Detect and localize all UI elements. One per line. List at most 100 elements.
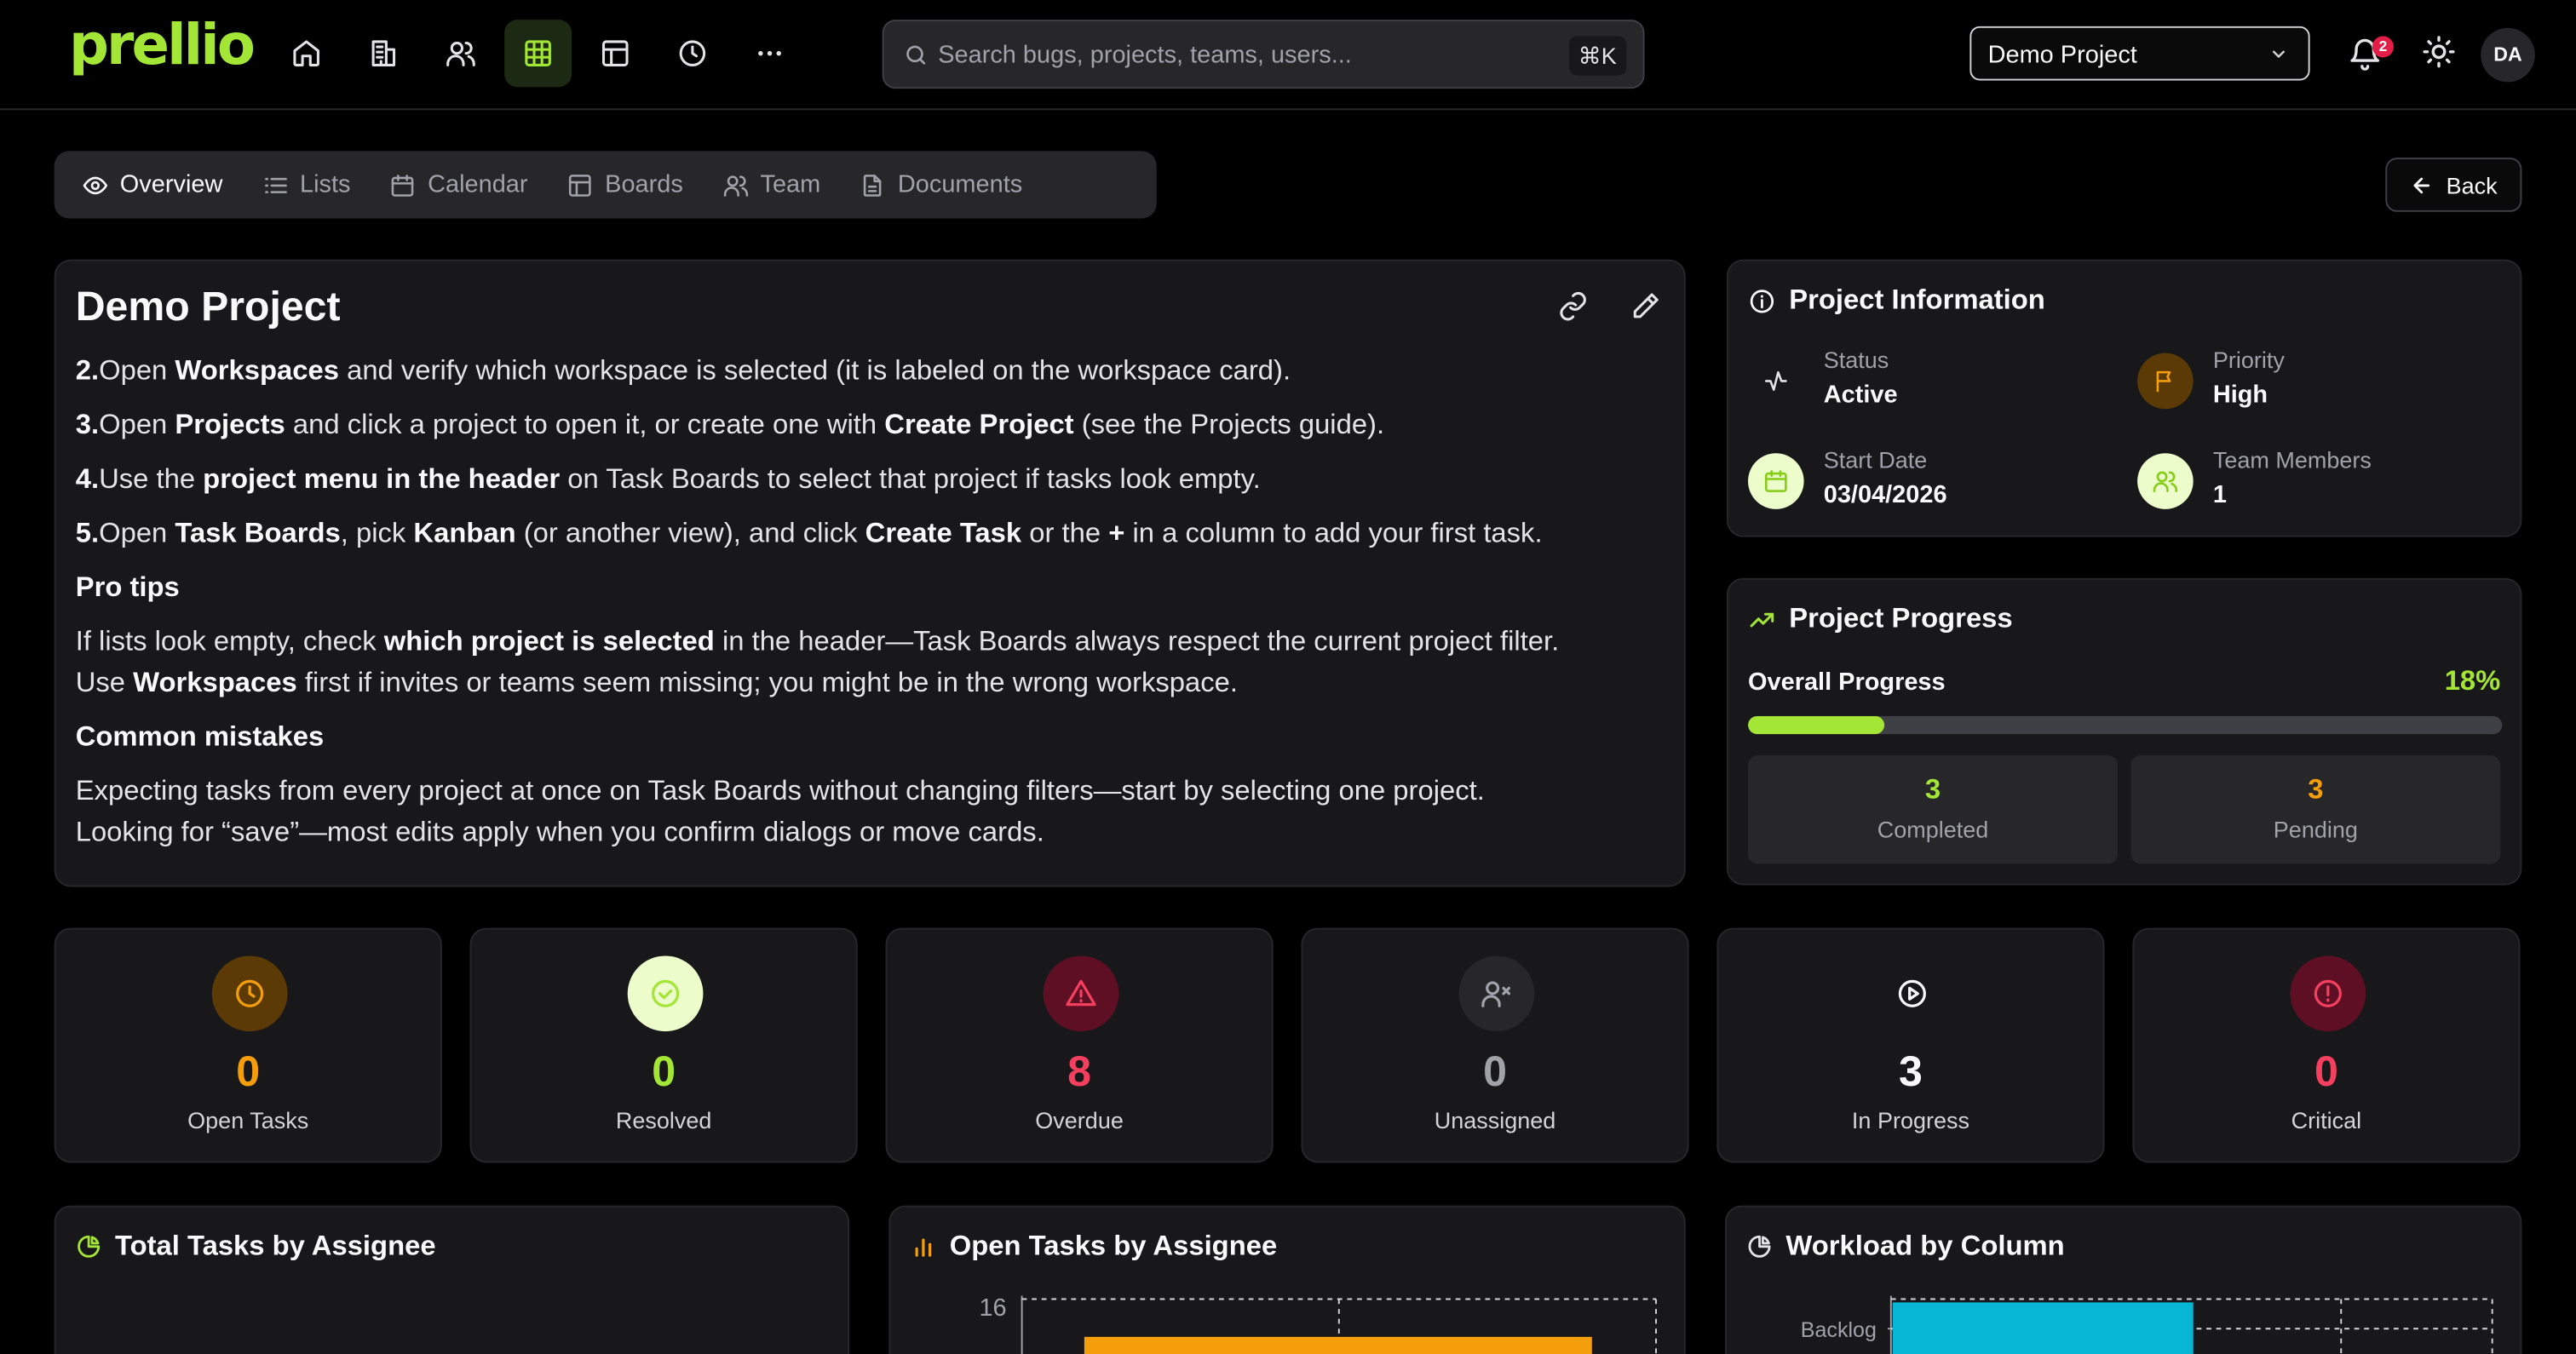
flag-icon: [2137, 353, 2194, 410]
workload-chart-card: Workload by Column Backlog: [1725, 1205, 2522, 1354]
card-heading: Project Information: [1748, 284, 2045, 318]
grid-icon: [525, 40, 551, 66]
total-tasks-chart-card: Total Tasks by Assignee: [54, 1205, 850, 1354]
open-tasks-chart-card: Open Tasks by Assignee 16: [888, 1205, 1686, 1354]
search-input[interactable]: Search bugs, projects, teams, users... ⌘…: [882, 20, 1645, 89]
stat-in-progress[interactable]: 3 In Progress: [1716, 927, 2105, 1163]
pending-summary: 3 Pending: [2130, 755, 2501, 864]
tab-documents[interactable]: Documents: [840, 158, 1042, 211]
card-heading: Project Progress: [1748, 603, 2013, 636]
tab-lists[interactable]: Lists: [242, 158, 370, 211]
card-actions: [1557, 290, 1661, 322]
card-heading: Workload by Column: [1746, 1231, 2065, 1264]
calendar-icon: [392, 174, 415, 196]
avatar[interactable]: DA: [2481, 27, 2535, 83]
project-description-card: Demo Project 2.Open Workspaces and verif…: [54, 259, 1686, 887]
main-nav: [273, 20, 803, 88]
workload-plot: [1887, 1295, 2493, 1354]
tab-team[interactable]: Team: [703, 158, 840, 211]
notification-badge: 2: [2372, 36, 2394, 58]
calendar-icon: [1748, 453, 1804, 509]
back-label: Back: [2446, 171, 2498, 198]
stat-critical[interactable]: 0 Critical: [2132, 927, 2521, 1163]
guide-text: 2.Open Workspaces and verify which works…: [76, 350, 1661, 866]
tab-label: Lists: [299, 170, 351, 199]
card-heading: Open Tasks by Assignee: [910, 1231, 1277, 1264]
nav-workspaces[interactable]: [350, 20, 417, 87]
nav-projects[interactable]: [582, 20, 649, 87]
board-icon: [569, 174, 592, 196]
trending-up-icon: [1750, 611, 1774, 627]
tab-label: Boards: [605, 170, 683, 199]
y-axis-tick: 16: [979, 1294, 1007, 1322]
search-shortcut: ⌘K: [1568, 36, 1627, 76]
activity-icon: [1748, 353, 1804, 410]
alert-circle-icon: [2290, 955, 2366, 1032]
completed-summary: 3 Completed: [1748, 755, 2118, 864]
tab-overview[interactable]: Overview: [62, 158, 242, 211]
overall-progress-label: Overall Progress: [1748, 668, 1946, 697]
open-tasks-plot: [1021, 1295, 1657, 1354]
pencil-icon[interactable]: [1630, 290, 1661, 322]
users-icon: [723, 175, 748, 196]
nav-more[interactable]: [736, 20, 803, 87]
nav-history[interactable]: [658, 20, 726, 87]
mistake-block: Expecting tasks from every project at on…: [75, 775, 1485, 848]
mistakes-heading: Common mistakes: [75, 720, 325, 753]
link-icon[interactable]: [1557, 290, 1589, 322]
pie-chart-icon: [78, 1235, 101, 1258]
document-icon: [864, 174, 883, 196]
chevron-down-icon: [2272, 50, 2285, 58]
tip-block: If lists look empty, check which project…: [75, 625, 1560, 698]
check-circle-icon: [627, 955, 704, 1032]
project-progress-card: Project Progress Overall Progress 18% 3 …: [1726, 577, 2522, 886]
home-icon: [293, 40, 319, 66]
nav-teams[interactable]: [427, 20, 494, 87]
alert-triangle-icon: [1043, 955, 1119, 1032]
nav-home[interactable]: [273, 20, 340, 87]
card-heading: Total Tasks by Assignee: [76, 1231, 436, 1264]
guide-step: 5.Open Task Boards, pick Kanban (or anot…: [75, 517, 1543, 549]
tab-label: Calendar: [428, 170, 528, 199]
stat-open-tasks[interactable]: 0 Open Tasks: [54, 927, 442, 1163]
sun-icon[interactable]: [2422, 35, 2457, 70]
nav-task-boards[interactable]: [504, 20, 572, 88]
layout-icon: [601, 40, 629, 66]
play-circle-icon: [1874, 955, 1951, 1032]
tab-calendar[interactable]: Calendar: [371, 158, 548, 211]
tab-label: Team: [760, 170, 821, 199]
project-tabs: Overview Lists Calendar Boards Team Docu…: [54, 151, 1157, 219]
project-select-value: Demo Project: [1987, 41, 2137, 70]
tab-label: Documents: [897, 170, 1023, 199]
y-axis-tick: Backlog: [1800, 1317, 1877, 1342]
more-icon: [758, 50, 781, 56]
chart-bar: [1084, 1336, 1592, 1354]
guide-step: 4.Use the project menu in the header on …: [75, 462, 1261, 495]
info-icon: [1750, 289, 1774, 313]
stat-resolved[interactable]: 0 Resolved: [469, 927, 858, 1163]
user-x-icon: [1458, 955, 1535, 1032]
progress-bar: [1748, 715, 2503, 735]
bar-chart-icon: [915, 1238, 932, 1257]
back-button[interactable]: Back: [2385, 158, 2522, 212]
pie-chart-icon: [1748, 1235, 1771, 1258]
arrow-left-icon: [2413, 176, 2429, 193]
stat-unassigned[interactable]: 0 Unassigned: [1301, 927, 1689, 1163]
brand-logo[interactable]: prellio: [69, 13, 256, 78]
top-bar: prellio Search bugs, projects, teams, us…: [0, 0, 2576, 111]
stat-overdue[interactable]: 8 Overdue: [885, 927, 1274, 1163]
chart-bar: [1892, 1302, 2194, 1354]
clock-icon: [679, 40, 706, 66]
tab-label: Overview: [119, 170, 223, 199]
search-placeholder: Search bugs, projects, teams, users...: [938, 41, 1352, 70]
guide-step: 2.Open Workspaces and verify which works…: [75, 354, 1291, 387]
search-icon: [906, 45, 926, 65]
building-icon: [371, 40, 396, 66]
tab-boards[interactable]: Boards: [548, 158, 703, 211]
project-select[interactable]: Demo Project: [1969, 26, 2310, 81]
project-information-card: Project Information Status Active Priori…: [1726, 259, 2522, 537]
progress-bar-fill: [1748, 715, 1884, 735]
guide-step: 3.Open Projects and click a project to o…: [75, 409, 1385, 440]
users-icon: [2137, 453, 2194, 509]
clock-icon: [211, 955, 288, 1032]
